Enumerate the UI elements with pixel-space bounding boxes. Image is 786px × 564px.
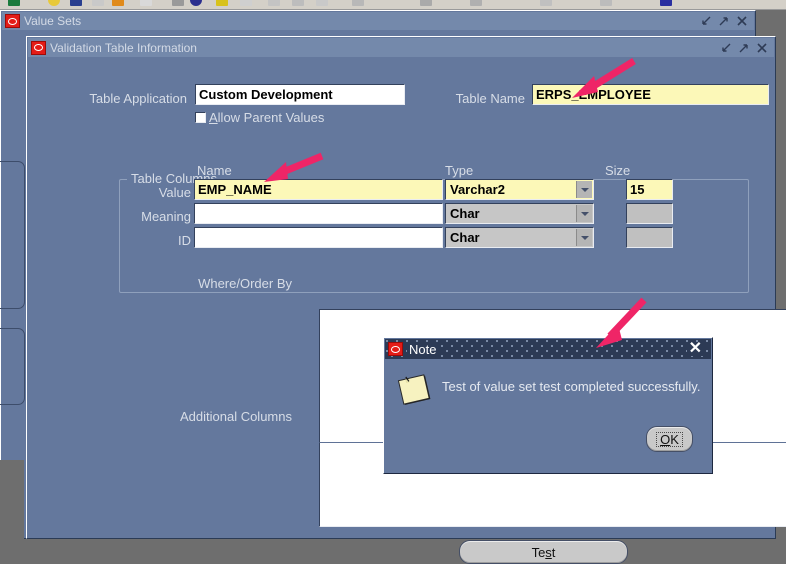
toolbar-icon[interactable] bbox=[316, 0, 328, 6]
column-header-size: Size bbox=[605, 163, 631, 178]
value-type-selected: Varchar2 bbox=[450, 182, 505, 197]
mnemonic-letter: A bbox=[209, 110, 218, 125]
allow-parent-values-label: Allow Parent Values bbox=[209, 110, 324, 125]
test-label-after: t bbox=[551, 544, 556, 560]
note-dialog-message: Test of value set test completed success… bbox=[442, 379, 701, 394]
validation-table-information-titlebar[interactable]: Validation Table Information bbox=[28, 38, 774, 57]
table-name-input[interactable]: ERPS_EMPLOYEE bbox=[532, 84, 769, 105]
toolbar-icon[interactable] bbox=[540, 0, 552, 6]
application-toolbar-strip bbox=[0, 0, 786, 10]
dialog-window-buttons bbox=[720, 42, 774, 54]
test-button[interactable]: Test bbox=[459, 540, 628, 564]
toolbar-icon[interactable] bbox=[140, 0, 152, 6]
oracle-logo-icon bbox=[5, 14, 20, 28]
toolbar-icon[interactable] bbox=[352, 0, 364, 6]
minimize-icon[interactable] bbox=[720, 42, 732, 54]
id-type-selected: Char bbox=[450, 230, 480, 245]
close-icon[interactable]: ✕ bbox=[686, 341, 704, 357]
note-dialog-title: Note bbox=[407, 341, 439, 357]
row-label-value: Value bbox=[158, 185, 191, 200]
chevron-down-icon[interactable] bbox=[576, 205, 592, 222]
toolbar-icon[interactable] bbox=[600, 0, 612, 6]
id-size-input[interactable] bbox=[626, 227, 673, 248]
toolbar-icon[interactable] bbox=[70, 0, 82, 6]
allow-parent-values-checkbox-row[interactable]: Allow Parent Values bbox=[195, 110, 324, 125]
row-label-id: ID bbox=[178, 233, 191, 248]
ok-label-rest: K bbox=[670, 431, 679, 447]
toolbar-icon[interactable] bbox=[470, 0, 482, 6]
background-field-outline bbox=[0, 328, 25, 405]
value-name-input[interactable]: EMP_NAME bbox=[194, 179, 443, 200]
toolbar-icon[interactable] bbox=[420, 0, 432, 6]
value-type-select[interactable]: Varchar2 bbox=[445, 179, 594, 200]
column-header-name: Name bbox=[197, 163, 232, 178]
toolbar-icon[interactable] bbox=[8, 0, 20, 6]
where-order-by-label: Where/Order By bbox=[198, 276, 292, 291]
note-dialog-titlebar[interactable]: Note ✕ bbox=[385, 339, 711, 359]
close-icon[interactable] bbox=[736, 15, 748, 27]
toolbar-icon[interactable] bbox=[92, 0, 104, 6]
oracle-logo-icon bbox=[388, 342, 403, 356]
meaning-size-input[interactable] bbox=[626, 203, 673, 224]
maximize-icon[interactable] bbox=[738, 42, 750, 54]
background-field-outline bbox=[0, 161, 25, 309]
toolbar-icon[interactable] bbox=[112, 0, 124, 6]
toolbar-icon[interactable] bbox=[48, 0, 60, 6]
desktop-background bbox=[0, 460, 24, 539]
ok-button[interactable]: OK bbox=[646, 426, 693, 452]
row-label-meaning: Meaning bbox=[141, 209, 191, 224]
table-application-input[interactable]: Custom Development bbox=[195, 84, 405, 105]
table-name-label: Table Name bbox=[455, 91, 525, 106]
toolbar-icon[interactable] bbox=[268, 0, 280, 6]
allow-parent-values-checkbox[interactable] bbox=[195, 112, 206, 123]
meaning-name-input[interactable] bbox=[194, 203, 443, 224]
table-application-label: Table Application bbox=[89, 91, 187, 106]
value-size-input[interactable]: 15 bbox=[626, 179, 673, 200]
meaning-type-select[interactable]: Char bbox=[445, 203, 594, 224]
toolbar-icon[interactable] bbox=[172, 0, 184, 6]
oracle-logo-icon bbox=[31, 40, 46, 55]
minimize-icon[interactable] bbox=[700, 15, 712, 27]
toolbar-icon[interactable] bbox=[216, 0, 228, 6]
allow-parent-values-label-rest: llow Parent Values bbox=[217, 110, 325, 125]
ok-label-mnemonic: O bbox=[660, 431, 671, 447]
toolbar-icon[interactable] bbox=[292, 0, 304, 6]
chevron-down-icon[interactable] bbox=[576, 229, 592, 246]
id-name-input[interactable] bbox=[194, 227, 443, 248]
toolbar-icon[interactable] bbox=[190, 0, 202, 6]
test-button-label: Test bbox=[532, 545, 556, 560]
chevron-down-icon[interactable] bbox=[576, 181, 592, 198]
dialog-title: Validation Table Information bbox=[50, 40, 197, 55]
value-sets-title: Value Sets bbox=[24, 14, 82, 28]
maximize-icon[interactable] bbox=[718, 15, 730, 27]
additional-columns-label: Additional Columns bbox=[179, 409, 292, 424]
column-header-type: Type bbox=[445, 163, 474, 178]
toolbar-icon[interactable] bbox=[660, 0, 672, 6]
toolbar-icon[interactable] bbox=[240, 0, 252, 6]
ok-button-label: OK bbox=[656, 431, 683, 447]
close-icon[interactable] bbox=[756, 42, 768, 54]
test-label-before: Te bbox=[531, 544, 546, 560]
sticky-note-icon bbox=[397, 371, 435, 409]
note-dialog: Note ✕ Test of value set test completed … bbox=[383, 337, 713, 474]
meaning-type-selected: Char bbox=[450, 206, 480, 221]
id-type-select[interactable]: Char bbox=[445, 227, 594, 248]
value-sets-titlebar[interactable]: Value Sets bbox=[2, 12, 754, 30]
value-sets-window-buttons bbox=[700, 15, 754, 27]
